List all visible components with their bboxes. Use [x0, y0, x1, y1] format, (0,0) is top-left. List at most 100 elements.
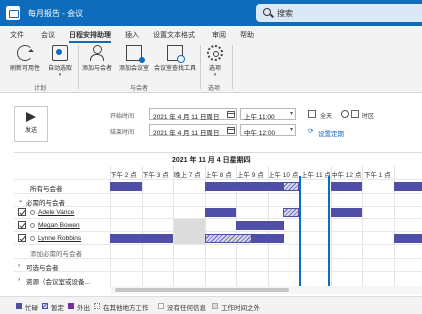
busy-block	[205, 182, 283, 191]
time-zone-label: 时区	[362, 114, 375, 120]
grid-divider	[14, 206, 422, 207]
end-date-value: 2021 年 4 月 11 日周日	[153, 130, 220, 137]
tab-format-text[interactable]: 设置文本格式	[153, 30, 195, 40]
attendee-name[interactable]: Megan Bowen	[38, 222, 80, 229]
search-icon	[263, 8, 271, 16]
grid-divider	[362, 166, 363, 287]
recurrence-icon: ⟳	[308, 128, 314, 135]
busy-block	[236, 221, 284, 230]
refresh-icon	[17, 45, 34, 61]
start-date-value: 2021 年 4 月 11 日周日	[153, 114, 220, 121]
refresh-label: 刷新可用性	[9, 66, 40, 72]
add-attendee-label: 添加与会者	[81, 66, 112, 72]
ribbon-tabs: 文件 会议 日程安排助理 插入 设置文本格式 审阅 帮助	[0, 26, 422, 43]
ribbon: 刷新可用性 自动选取 ▾ 计划 添加与会者 添加会议室 会议室查找工具 与会者 …	[0, 43, 422, 93]
set-recurrence-link[interactable]: 设置定期	[318, 128, 344, 138]
add-required-attendee-input[interactable]: 添加必需的与会者	[30, 248, 82, 258]
end-time-field[interactable]: 中午 12:00 ▾	[240, 124, 296, 137]
add-attendee-button[interactable]: 添加与会者	[80, 45, 114, 72]
busy-block	[331, 182, 362, 191]
group-options-label: 选项	[208, 86, 221, 92]
attendee-name[interactable]: Lynne Robbins	[38, 235, 81, 242]
tab-insert[interactable]: 插入	[125, 30, 139, 40]
attendee-checkbox[interactable]	[18, 234, 26, 242]
tab-review[interactable]: 审阅	[212, 30, 226, 40]
time-header: 下午 3 点	[142, 172, 169, 179]
date-header: 2021 年 11 月 4 日星期四	[172, 157, 251, 164]
time-header: 下午 1 点	[364, 172, 391, 179]
time-header: 上午 10 点	[268, 172, 299, 179]
all-day-checkbox[interactable]	[308, 110, 316, 118]
busy-block	[252, 234, 284, 243]
legend-tentative: 暂定	[51, 305, 64, 312]
chevron-down-icon: ▾	[289, 111, 293, 117]
row-required-attendees[interactable]: 必需的与会者	[26, 197, 65, 207]
legend-no-info: 没有任何信息	[167, 305, 206, 312]
collapse-icon[interactable]: ⌄	[18, 196, 23, 204]
send-button[interactable]: 发送	[14, 106, 48, 142]
grid-divider	[14, 258, 422, 259]
busy-block	[205, 208, 236, 217]
busy-block	[331, 208, 362, 217]
room-finder-label: 会议室查找工具	[153, 66, 196, 72]
window-title: 每月报告 - 会议	[28, 9, 84, 18]
calendar-icon[interactable]	[227, 111, 235, 118]
attendee-checkbox[interactable]	[18, 208, 26, 216]
time-header: 晚上 7 点	[174, 172, 201, 179]
legend-out: 外出	[77, 305, 90, 312]
room-icon	[126, 45, 145, 63]
horizontal-scrollbar[interactable]	[111, 286, 422, 294]
row-resources[interactable]: 资源（会议室或设备...	[26, 276, 90, 286]
all-day-label: 全天	[320, 114, 333, 120]
expand-icon[interactable]: ›	[18, 262, 20, 269]
send-label: 发送	[24, 128, 37, 134]
start-time-field[interactable]: 上午 11:00 ▾	[240, 108, 296, 121]
start-time-value: 上午 11:00	[244, 114, 275, 121]
tab-file[interactable]: 文件	[10, 30, 24, 40]
status-icon	[30, 236, 35, 241]
status-icon	[30, 223, 35, 228]
tab-meeting[interactable]: 会议	[41, 30, 55, 40]
end-time-value: 中午 12:00	[244, 130, 276, 137]
ribbon-divider	[232, 45, 233, 89]
time-zone-checkbox[interactable]	[351, 110, 359, 118]
ribbon-divider	[200, 45, 201, 89]
globe-icon	[341, 110, 349, 118]
options-button[interactable]: 选项 ▾	[204, 45, 226, 78]
busy-block	[110, 234, 173, 243]
legend-elsewhere-swatch	[94, 303, 100, 309]
busy-block	[394, 234, 422, 243]
attendee-name[interactable]: Adele Vance	[38, 209, 74, 216]
grid-divider	[14, 271, 422, 272]
busy-block	[394, 182, 422, 191]
outside-working-hours	[174, 219, 205, 244]
add-person-icon	[89, 45, 105, 61]
expand-icon[interactable]: ›	[18, 276, 20, 283]
end-date-field[interactable]: 2021 年 4 月 11 日周日	[149, 124, 237, 137]
scrollbar-thumb[interactable]	[115, 288, 289, 292]
refresh-availability-button[interactable]: 刷新可用性	[8, 45, 42, 72]
grid-divider	[14, 218, 422, 219]
tab-help[interactable]: 帮助	[240, 30, 254, 40]
legend-busy-swatch	[16, 303, 22, 309]
group-plan-label: 计划	[34, 86, 47, 92]
add-room-label: 添加会议室	[118, 66, 149, 72]
send-icon	[26, 112, 36, 122]
autopick-button[interactable]: 自动选取 ▾	[45, 45, 75, 78]
attendee-checkbox[interactable]	[18, 221, 26, 229]
row-optional-attendees[interactable]: 可选与会者	[26, 262, 59, 272]
status-icon	[30, 210, 35, 215]
add-room-button[interactable]: 添加会议室	[117, 45, 151, 72]
start-date-field[interactable]: 2021 年 4 月 11 日周日	[149, 108, 237, 121]
legend-no-info-swatch	[158, 303, 164, 309]
search-box[interactable]: 搜索	[256, 4, 422, 22]
room-finder-button[interactable]: 会议室查找工具	[152, 45, 198, 72]
chevron-down-icon: ▾	[213, 72, 217, 78]
calendar-icon[interactable]	[227, 127, 235, 134]
grid-divider	[14, 193, 422, 194]
ribbon-divider	[78, 45, 79, 89]
grid-divider	[142, 166, 143, 287]
grid-divider	[14, 179, 422, 180]
tab-scheduling-assistant[interactable]: 日程安排助理	[69, 30, 111, 43]
selected-meeting-slot[interactable]	[299, 176, 330, 287]
